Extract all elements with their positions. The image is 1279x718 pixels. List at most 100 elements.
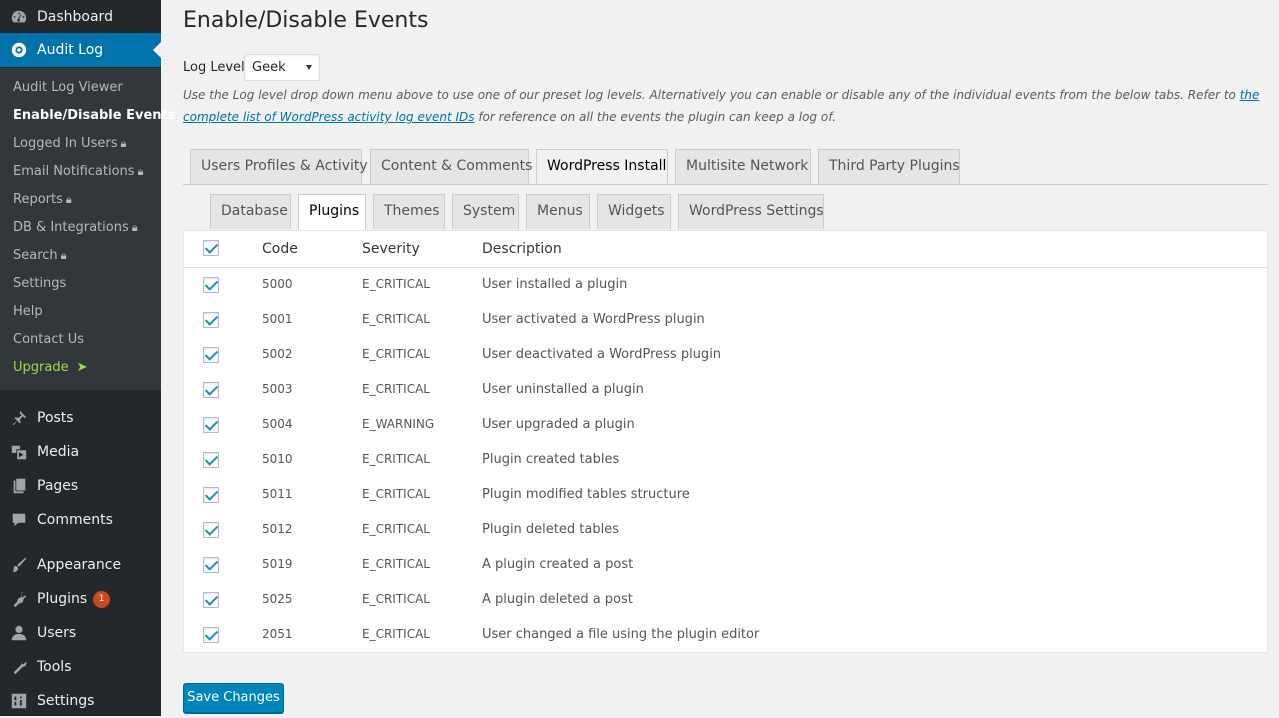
subtab-system[interactable]: System [452,194,519,229]
menu-comments-label: Comments [37,512,113,528]
event-code: 5025 [262,592,293,606]
menu-appearance-label: Appearance [37,557,122,573]
plugins-update-badge: 1 [93,590,111,608]
event-description: User installed a plugin [482,277,628,292]
subtab-widgets[interactable]: Widgets [597,194,671,229]
menu-posts[interactable]: Posts [0,401,161,435]
pushpin-icon [9,408,29,428]
submenu-enable-disable-events[interactable]: Enable/Disable Events [13,102,175,130]
media-icon [9,442,29,462]
page-title: Enable/Disable Events [183,8,429,33]
pages-icon [9,476,29,496]
event-severity: E_CRITICAL [362,277,430,291]
submenu-settings[interactable]: Settings [13,270,66,298]
tab-users-profiles-activity[interactable]: Users Profiles & Activity [190,149,368,184]
menu-settings-label: Settings [37,693,95,709]
lock-icon: 🔒︎ [65,193,72,206]
submenu-help[interactable]: Help [13,298,43,326]
comment-icon [9,510,29,530]
subtab-menus[interactable]: Menus [526,194,590,229]
menu-users[interactable]: Users [0,616,161,650]
table-row: 5000 E_CRITICAL User installed a plugin [184,268,1267,303]
tab-content-comments[interactable]: Content & Comments [370,149,532,184]
event-enabled-checkbox[interactable] [203,452,219,468]
event-description: Plugin created tables [482,452,620,467]
submenu-logged-in-users[interactable]: Logged In Users 🔒︎ [13,130,126,158]
menu-plugins[interactable]: Plugins 1 [0,582,161,616]
event-enabled-checkbox[interactable] [203,627,219,643]
select-all-checkbox[interactable] [203,240,219,256]
tab-multisite-network[interactable]: Multisite Network [675,149,811,184]
table-row: 5003 E_CRITICAL User uninstalled a plugin [184,373,1267,408]
menu-settings[interactable]: Settings [0,684,161,718]
submenu-db-integrations[interactable]: DB & Integrations 🔒︎ [13,214,138,242]
event-description: User changed a file using the plugin edi… [482,627,760,642]
event-enabled-checkbox[interactable] [203,417,219,433]
menu-tools[interactable]: Tools [0,650,161,684]
tab-third-party-plugins[interactable]: Third Party Plugins [818,149,960,184]
menu-comments[interactable]: Comments [0,503,161,537]
submenu-audit-log-viewer[interactable]: Audit Log Viewer [13,74,123,102]
event-code: 2051 [262,627,293,641]
submenu-logged-in-users-label: Logged In Users [13,136,118,151]
table-row: 5011 E_CRITICAL Plugin modified tables str… [184,478,1267,513]
event-enabled-checkbox[interactable] [203,522,219,538]
event-severity: E_CRITICAL [362,347,430,361]
menu-appearance[interactable]: Appearance [0,548,161,582]
menu-dashboard[interactable]: Dashboard [0,0,161,34]
event-description: User deactivated a WordPress plugin [482,347,722,362]
event-description: User upgraded a plugin [482,417,635,432]
menu-media-label: Media [37,444,80,460]
event-enabled-checkbox[interactable] [203,557,219,573]
event-severity: E_CRITICAL [362,312,430,326]
event-description: A plugin deleted a post [482,592,633,607]
table-row: 5025 E_CRITICAL A plugin deleted a post [184,583,1267,618]
subtab-database[interactable]: Database [210,194,291,229]
event-enabled-checkbox[interactable] [203,592,219,608]
column-header-code: Code [262,241,298,257]
event-enabled-checkbox[interactable] [203,487,219,503]
menu-media[interactable]: Media [0,435,161,469]
subtab-wordpress-settings[interactable]: WordPress Settings [678,194,824,229]
submenu-contact-us[interactable]: Contact Us [13,326,84,354]
event-severity: E_CRITICAL [362,382,430,396]
table-row: 2051 E_CRITICAL User changed a file using … [184,618,1267,653]
subtab-themes[interactable]: Themes [373,194,445,229]
lock-icon: 🔒︎ [131,221,138,234]
log-level-select[interactable]: Geek [244,54,320,81]
event-code: 5001 [262,312,293,326]
submenu-upgrade[interactable]: Upgrade ➤ [13,354,88,382]
column-header-severity: Severity [362,241,420,257]
event-enabled-checkbox[interactable] [203,312,219,328]
plugin-icon [9,589,29,609]
lock-icon: 🔒︎ [137,165,144,178]
tabs-divider [183,184,1268,185]
submenu-reports[interactable]: Reports 🔒︎ [13,186,72,214]
event-description: Plugin deleted tables [482,522,619,537]
audit-log-icon [9,40,29,60]
event-enabled-checkbox[interactable] [203,382,219,398]
arrow-right-icon: ➤ [76,360,88,375]
submenu-email-notifications[interactable]: Email Notifications 🔒︎ [13,158,143,186]
event-enabled-checkbox[interactable] [203,347,219,363]
submenu-search[interactable]: Search 🔒︎ [13,242,67,270]
event-description: A plugin created a post [482,557,634,572]
menu-audit-log[interactable]: Audit Log [0,33,161,67]
menu-pages[interactable]: Pages [0,469,161,503]
lock-icon: 🔒︎ [60,249,67,262]
table-row: 5010 E_CRITICAL Plugin created tables [184,443,1267,478]
table-row: 5019 E_CRITICAL A plugin created a post [184,548,1267,583]
subtab-plugins[interactable]: Plugins [298,194,366,230]
event-severity: E_CRITICAL [362,452,430,466]
menu-audit-log-label: Audit Log [37,42,104,58]
save-changes-button[interactable]: Save Changes [183,683,284,713]
event-code: 5010 [262,452,293,466]
settings-sliders-icon [9,691,29,711]
event-enabled-checkbox[interactable] [203,277,219,293]
help-text-after: for reference on all the events the plug… [474,110,837,124]
paintbrush-icon [9,555,29,575]
tab-wordpress-install[interactable]: WordPress Install [536,149,668,185]
menu-posts-label: Posts [37,410,74,426]
menu-pages-label: Pages [37,478,79,494]
admin-sidebar: Dashboard Audit Log Audit Log Viewer Ena… [0,0,175,718]
